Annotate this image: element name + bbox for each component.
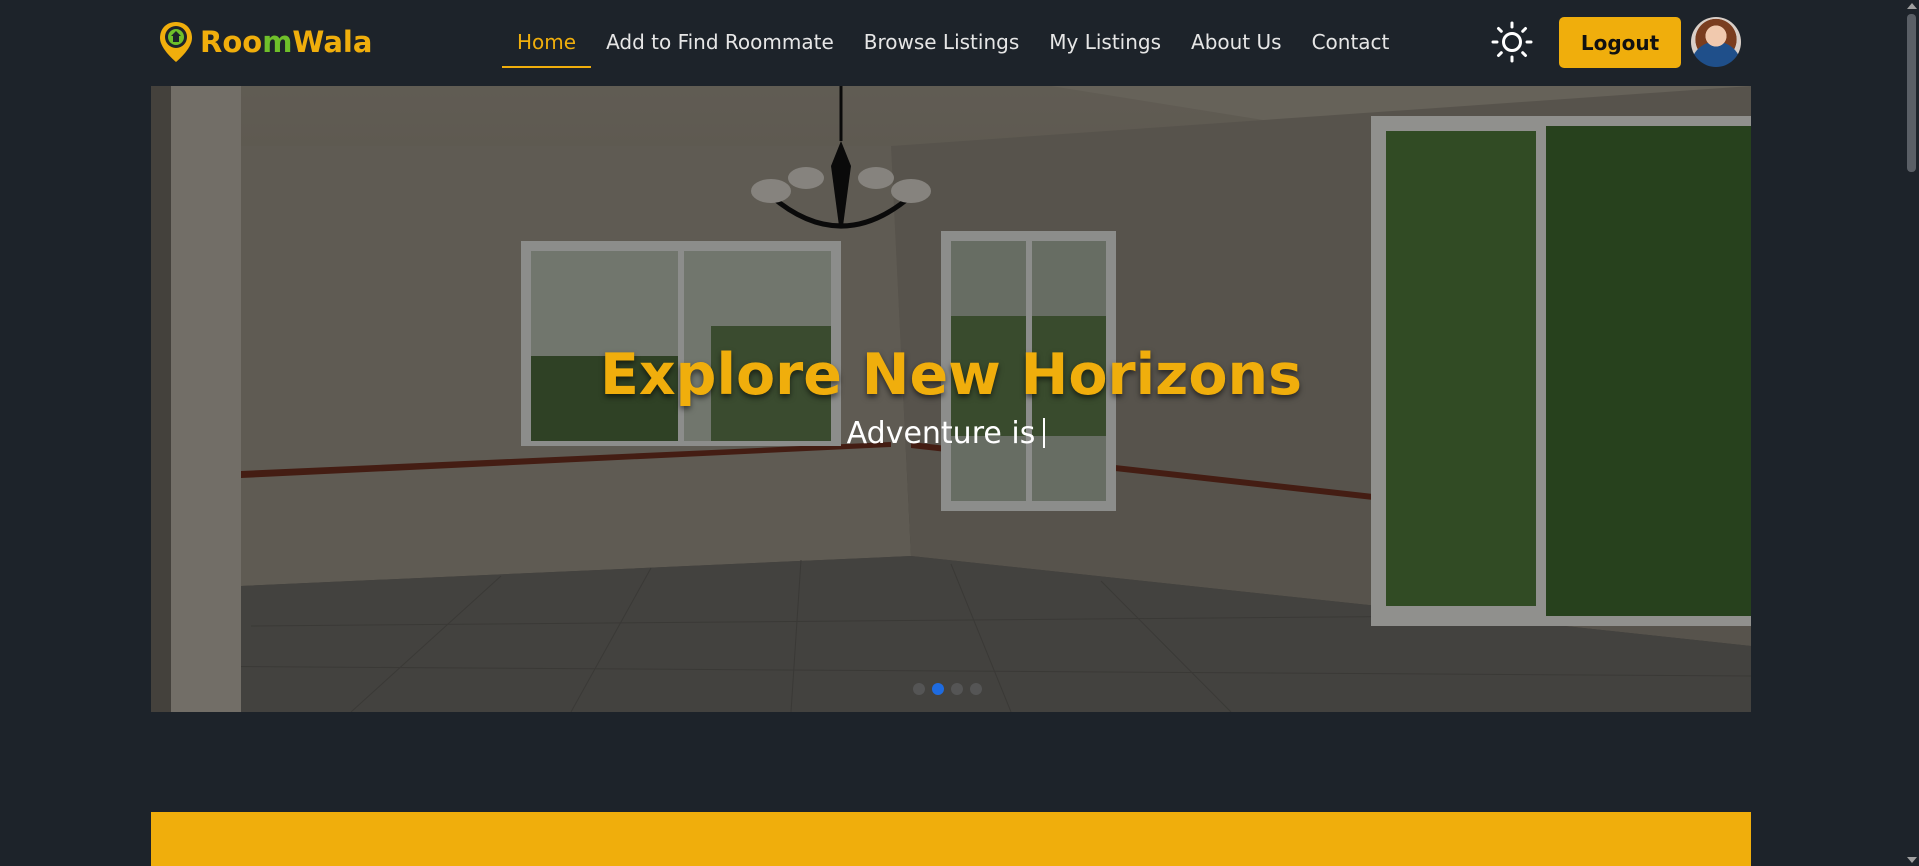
nav-about-us[interactable]: About Us bbox=[1176, 26, 1297, 68]
nav-browse-listings[interactable]: Browse Listings bbox=[849, 26, 1035, 68]
brand-name: RoomWala bbox=[200, 25, 373, 59]
nav-contact[interactable]: Contact bbox=[1297, 26, 1405, 68]
hero-subtitle: Adventure is bbox=[151, 416, 1741, 451]
brand-logo[interactable]: RoomWala bbox=[158, 20, 372, 64]
location-pin-icon bbox=[160, 22, 192, 62]
hero-carousel: Explore New Horizons Adventure is bbox=[151, 86, 1751, 712]
hero-title: Explore New Horizons bbox=[599, 342, 1303, 408]
page-scrollbar[interactable] bbox=[1904, 0, 1919, 866]
top-navbar: RoomWala Home Add to Find Roommate Brows… bbox=[0, 0, 1904, 86]
yellow-section-banner bbox=[151, 812, 1751, 866]
logout-button[interactable]: Logout bbox=[1559, 17, 1681, 68]
main-nav: Home Add to Find Roommate Browse Listing… bbox=[502, 26, 1404, 68]
typing-cursor bbox=[1043, 418, 1046, 448]
carousel-dot[interactable] bbox=[951, 683, 963, 695]
nav-add-roommate[interactable]: Add to Find Roommate bbox=[591, 26, 849, 68]
nav-home[interactable]: Home bbox=[502, 26, 592, 68]
sun-icon[interactable] bbox=[1490, 20, 1534, 64]
carousel-dots bbox=[913, 683, 982, 695]
scroll-up-arrow-icon[interactable] bbox=[1907, 3, 1917, 9]
carousel-dot[interactable] bbox=[970, 683, 982, 695]
carousel-dot-active[interactable] bbox=[932, 683, 944, 695]
user-avatar[interactable] bbox=[1691, 17, 1741, 67]
scroll-thumb[interactable] bbox=[1907, 14, 1916, 172]
carousel-dot[interactable] bbox=[913, 683, 925, 695]
scroll-down-arrow-icon[interactable] bbox=[1907, 857, 1917, 863]
nav-my-listings[interactable]: My Listings bbox=[1034, 26, 1176, 68]
